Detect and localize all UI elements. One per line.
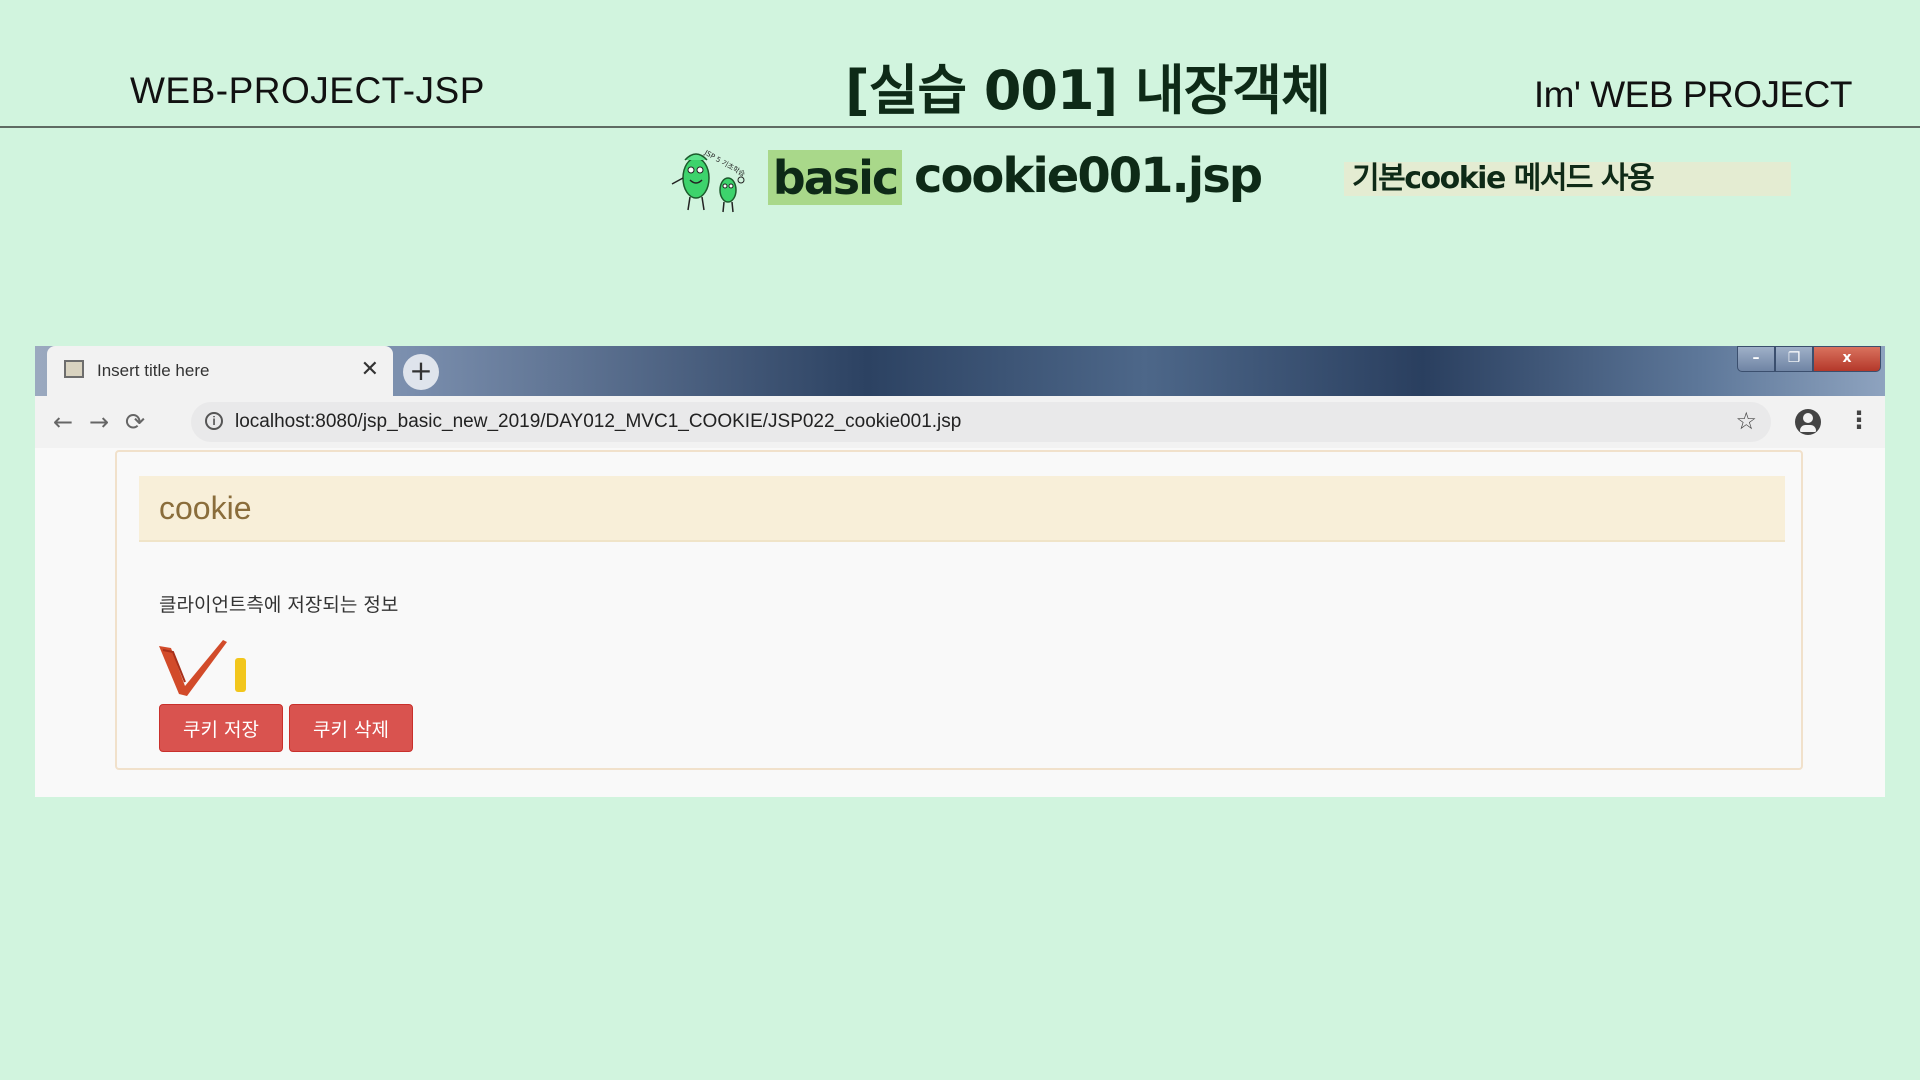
maximize-button[interactable]: ❐ [1775, 346, 1813, 372]
delete-cookie-button[interactable]: 쿠키 삭제 [289, 704, 413, 752]
info-icon[interactable]: i [205, 412, 223, 430]
favicon-icon [64, 360, 84, 378]
panel-description: 클라이언트측에 저장되는 정보 [159, 594, 399, 616]
forward-icon[interactable]: → [89, 408, 109, 436]
slide-right-title: Im' WEB PROJECT [1533, 74, 1853, 115]
reload-icon[interactable]: ⟳ [125, 408, 145, 436]
cookie-panel: cookie 클라이언트측에 저장되는 정보 쿠키 저장 쿠키 삭제 [115, 450, 1803, 770]
browser-window: Insert title here ✕ + – ❐ x ← → ⟳ i loca… [35, 346, 1885, 797]
checkmark-icon [159, 640, 227, 696]
mascot-icon: JSP 5 기초학습 [671, 147, 747, 213]
back-icon[interactable]: ← [53, 408, 73, 436]
minimize-button[interactable]: – [1737, 346, 1775, 372]
panel-heading: cookie [139, 476, 1785, 542]
address-bar: ← → ⟳ i localhost:8080/jsp_basic_new_201… [35, 396, 1885, 448]
filename-title: cookie001.jsp [914, 148, 1263, 204]
browser-tab[interactable]: Insert title here ✕ [47, 346, 393, 396]
basic-badge: basic [768, 150, 902, 205]
highlight-mark [235, 658, 246, 692]
description-label: 기본cookie 메서드 사용 [1344, 162, 1791, 196]
slide-left-title: WEB-PROJECT-JSP [130, 70, 485, 111]
url-input[interactable]: i localhost:8080/jsp_basic_new_2019/DAY0… [191, 402, 1771, 442]
bookmark-star-icon[interactable]: ☆ [1735, 407, 1757, 435]
account-icon[interactable] [1795, 409, 1821, 435]
tab-close-icon[interactable]: ✕ [361, 356, 379, 382]
new-tab-button[interactable]: + [403, 354, 439, 390]
browser-titlebar: Insert title here ✕ + – ❐ x [35, 346, 1885, 396]
url-text[interactable]: localhost:8080/jsp_basic_new_2019/DAY012… [235, 411, 961, 433]
save-cookie-button[interactable]: 쿠키 저장 [159, 704, 283, 752]
tab-title: Insert title here [97, 361, 210, 380]
menu-icon[interactable]: ⋮ [1847, 406, 1871, 434]
header-divider [0, 126, 1920, 128]
close-window-button[interactable]: x [1813, 346, 1881, 372]
window-controls: – ❐ x [1737, 346, 1881, 372]
slide-main-title: [실습 001] 내장객체 [845, 59, 1331, 122]
